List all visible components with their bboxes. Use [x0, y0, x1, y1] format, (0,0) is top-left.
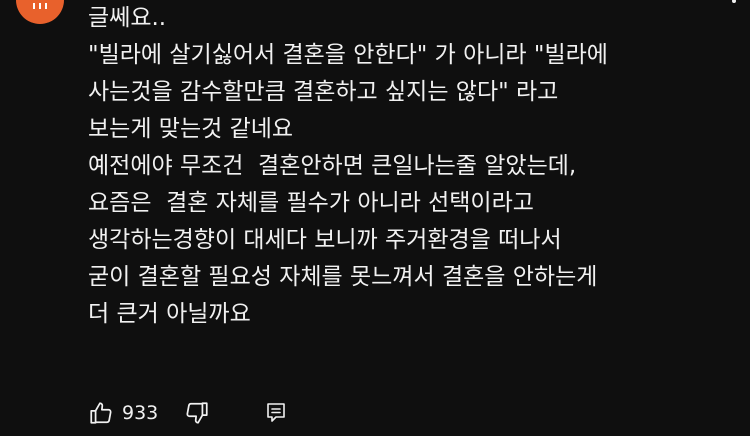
comment-line: 예전에야 무조건 결혼안하면 큰일나는줄 알았는데,: [88, 153, 577, 179]
like-button[interactable]: 933: [88, 400, 158, 426]
like-count: 933: [122, 402, 159, 424]
avatar[interactable]: [16, 0, 64, 24]
comment-line: 요즘은 결혼 자체를 필수가 아니라 선택이라고: [88, 190, 534, 216]
reply-button[interactable]: [264, 401, 288, 425]
dislike-button[interactable]: [184, 400, 210, 426]
reply-comment-icon: [267, 403, 286, 422]
thumbs-down-icon: [186, 402, 208, 424]
comment-body: 글쎄요.. "빌라에 살기싫어서 결혼을 안한다" 가 아니라 "빌라에 사는것…: [88, 0, 728, 333]
comment-line: 더 큰거 아닐까요: [88, 301, 251, 327]
comment-line: 사는것을 감수할만큼 결혼하고 싶지는 않다" 라고: [88, 79, 559, 105]
comment-line: "빌라에 살기싫어서 결혼을 안한다" 가 아니라 "빌라에: [88, 42, 608, 68]
comment-actions: 933: [88, 396, 288, 430]
comment-line: 글쎄요..: [88, 5, 167, 31]
avatar-mark-icon: [33, 3, 47, 9]
comment-line: 보는게 맞는것 같네요: [88, 116, 294, 142]
comment-line: 굳이 결혼할 필요성 자체를 못느껴서 결혼을 안하는게: [88, 264, 598, 290]
comment-line: 생각하는경향이 대세다 보니까 주거환경을 떠나서: [88, 227, 562, 253]
thumbs-up-icon: [90, 402, 112, 424]
